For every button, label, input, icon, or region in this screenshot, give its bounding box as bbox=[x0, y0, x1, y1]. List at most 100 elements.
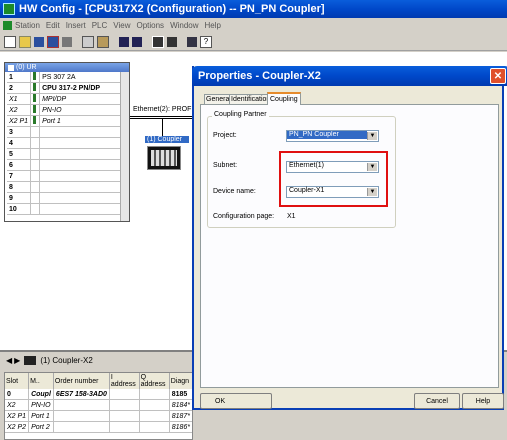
rack-module-icon bbox=[30, 82, 41, 94]
rack-slot: 6 bbox=[7, 159, 32, 171]
rack-table: 1 PS 307 2A 2 CPU 317-2 PN/DP X1 MPI/DP X2 PN-I… bbox=[7, 72, 121, 215]
rack-row[interactable]: 6 bbox=[7, 159, 121, 171]
col-i-address[interactable]: I address bbox=[109, 373, 140, 389]
rack-slot: 8 bbox=[7, 181, 32, 193]
rack-module: Port 1 bbox=[39, 115, 121, 127]
menu-bar: Station Edit Insert PLC View Options Win… bbox=[0, 18, 507, 32]
copy-icon[interactable] bbox=[82, 35, 94, 48]
device-name-combo[interactable]: Coupler-X1 ▼ bbox=[286, 186, 379, 198]
col-slot[interactable]: Slot bbox=[5, 373, 30, 389]
coupler-connector bbox=[162, 119, 163, 136]
netpro-icon[interactable] bbox=[187, 36, 197, 47]
rack-slot: X1 bbox=[7, 93, 32, 105]
tab-identification[interactable]: Identification bbox=[229, 94, 273, 104]
dialog-close-button[interactable]: ✕ bbox=[490, 68, 506, 84]
rack-slot: X2 P1 bbox=[7, 115, 32, 127]
rack-window[interactable]: (0) UR 1 PS 307 2A 2 CPU 317-2 PN/DP X1 MPI/D… bbox=[4, 62, 130, 222]
detail-row[interactable]: X2 P2 Port 2 8186* bbox=[5, 421, 192, 433]
menu-edit[interactable]: Edit bbox=[46, 21, 60, 30]
rack-slot: 4 bbox=[7, 137, 32, 149]
rack-module-icon bbox=[30, 72, 41, 83]
detail-diagnostic: 8185 bbox=[169, 389, 192, 400]
menu-insert[interactable]: Insert bbox=[66, 21, 86, 30]
upload-icon[interactable] bbox=[132, 36, 142, 47]
rack-module-icon bbox=[30, 126, 41, 138]
rack-row[interactable]: 8 bbox=[7, 181, 121, 193]
detail-row[interactable]: 0 Coupl 6ES7 158-3AD0 8185 bbox=[5, 389, 192, 400]
profinet-bus-line[interactable] bbox=[130, 116, 196, 119]
nav-back-icon[interactable]: ◀ bbox=[6, 356, 12, 365]
rack-row[interactable]: X2 PN-IO bbox=[7, 104, 121, 116]
menu-station[interactable]: Station bbox=[15, 21, 40, 30]
rack-title-bar: (0) UR bbox=[5, 63, 129, 72]
rack-module-icon bbox=[30, 203, 41, 215]
help-icon[interactable]: ? bbox=[200, 35, 212, 48]
paste-icon[interactable] bbox=[97, 35, 109, 48]
save-compile-icon[interactable] bbox=[47, 35, 59, 48]
detail-module: Port 2 bbox=[28, 421, 54, 433]
catalog-icon[interactable] bbox=[152, 35, 164, 48]
rack-module bbox=[39, 159, 121, 171]
col-q-address[interactable]: Q address bbox=[139, 373, 170, 389]
rack-module-icon bbox=[30, 159, 41, 171]
print-icon[interactable] bbox=[62, 36, 72, 47]
rack-row[interactable]: 1 PS 307 2A bbox=[7, 72, 121, 83]
rack-row[interactable]: X2 P1 Port 1 bbox=[7, 115, 121, 127]
device-name-label: Device name: bbox=[213, 188, 256, 195]
rack-row[interactable]: 7 bbox=[7, 170, 121, 182]
detail-i-address bbox=[109, 389, 140, 400]
rack-row[interactable]: X1 MPI/DP bbox=[7, 93, 121, 105]
rack-module bbox=[39, 203, 121, 215]
rack-row[interactable]: 10 bbox=[7, 203, 121, 215]
detail-row[interactable]: X2 P1 Port 1 8187* bbox=[5, 410, 192, 422]
detail-order bbox=[53, 421, 110, 433]
project-combo[interactable]: PN_PN Coupler ▼ bbox=[286, 130, 379, 142]
download-icon[interactable] bbox=[119, 36, 129, 47]
menu-plc[interactable]: PLC bbox=[92, 21, 108, 30]
dialog-title: Properties - Coupler-X2 bbox=[198, 70, 321, 82]
col-module[interactable]: M.. bbox=[28, 373, 54, 389]
save-icon[interactable] bbox=[34, 36, 44, 47]
device-name-combo-value: Coupler-X1 bbox=[289, 187, 325, 194]
col-diagnostic[interactable]: Diagn bbox=[169, 373, 192, 389]
detail-order bbox=[53, 399, 110, 411]
subnet-combo-value: Ethernet(1) bbox=[289, 162, 325, 169]
coupler-device-label: (1) Coupler bbox=[145, 136, 189, 143]
open-icon[interactable] bbox=[19, 35, 31, 48]
configuration-page-value: X1 bbox=[287, 213, 296, 220]
rack-row[interactable]: 2 CPU 317-2 PN/DP bbox=[7, 82, 121, 94]
ok-button[interactable]: OK bbox=[200, 393, 272, 409]
subnet-combo[interactable]: Ethernet(1) ▼ bbox=[286, 161, 379, 173]
network-icon[interactable] bbox=[167, 36, 177, 47]
main-title-bar: HW Config - [CPU317X2 (Configuration) --… bbox=[0, 0, 507, 18]
new-icon[interactable] bbox=[4, 35, 16, 48]
detail-order: 6ES7 158-3AD0 bbox=[53, 389, 110, 400]
rack-row[interactable]: 9 bbox=[7, 192, 121, 204]
rack-slot: 3 bbox=[7, 126, 32, 138]
col-order[interactable]: Order number bbox=[53, 373, 110, 389]
rack-icon bbox=[8, 64, 14, 71]
coupler-device[interactable]: (1) Coupler bbox=[145, 136, 189, 172]
rack-row[interactable]: 3 bbox=[7, 126, 121, 138]
rack-row[interactable]: 5 bbox=[7, 148, 121, 160]
tab-coupling[interactable]: Coupling bbox=[267, 92, 301, 105]
detail-slot: X2 bbox=[5, 399, 30, 411]
subnet-label: Subnet: bbox=[213, 162, 238, 169]
project-label: Project: bbox=[213, 132, 237, 139]
rack-module bbox=[39, 181, 121, 193]
detail-diagnostic: 8187* bbox=[169, 410, 192, 422]
menu-options[interactable]: Options bbox=[136, 21, 164, 30]
menu-view[interactable]: View bbox=[113, 21, 130, 30]
help-button[interactable]: Help bbox=[462, 393, 504, 409]
chevron-down-icon[interactable]: ▼ bbox=[367, 163, 377, 171]
nav-forward-icon[interactable]: ▶ bbox=[14, 356, 20, 365]
window-title: HW Config - [CPU317X2 (Configuration) --… bbox=[19, 3, 325, 15]
menu-window[interactable]: Window bbox=[170, 21, 198, 30]
chevron-down-icon[interactable]: ▼ bbox=[367, 132, 377, 140]
rack-row[interactable]: 4 bbox=[7, 137, 121, 149]
chevron-down-icon[interactable]: ▼ bbox=[367, 188, 377, 196]
menu-help[interactable]: Help bbox=[205, 21, 221, 30]
detail-row[interactable]: X2 PN-IO 8184* bbox=[5, 399, 192, 411]
rack-scrollbar[interactable] bbox=[120, 72, 129, 221]
cancel-button[interactable]: Cancel bbox=[414, 393, 460, 409]
